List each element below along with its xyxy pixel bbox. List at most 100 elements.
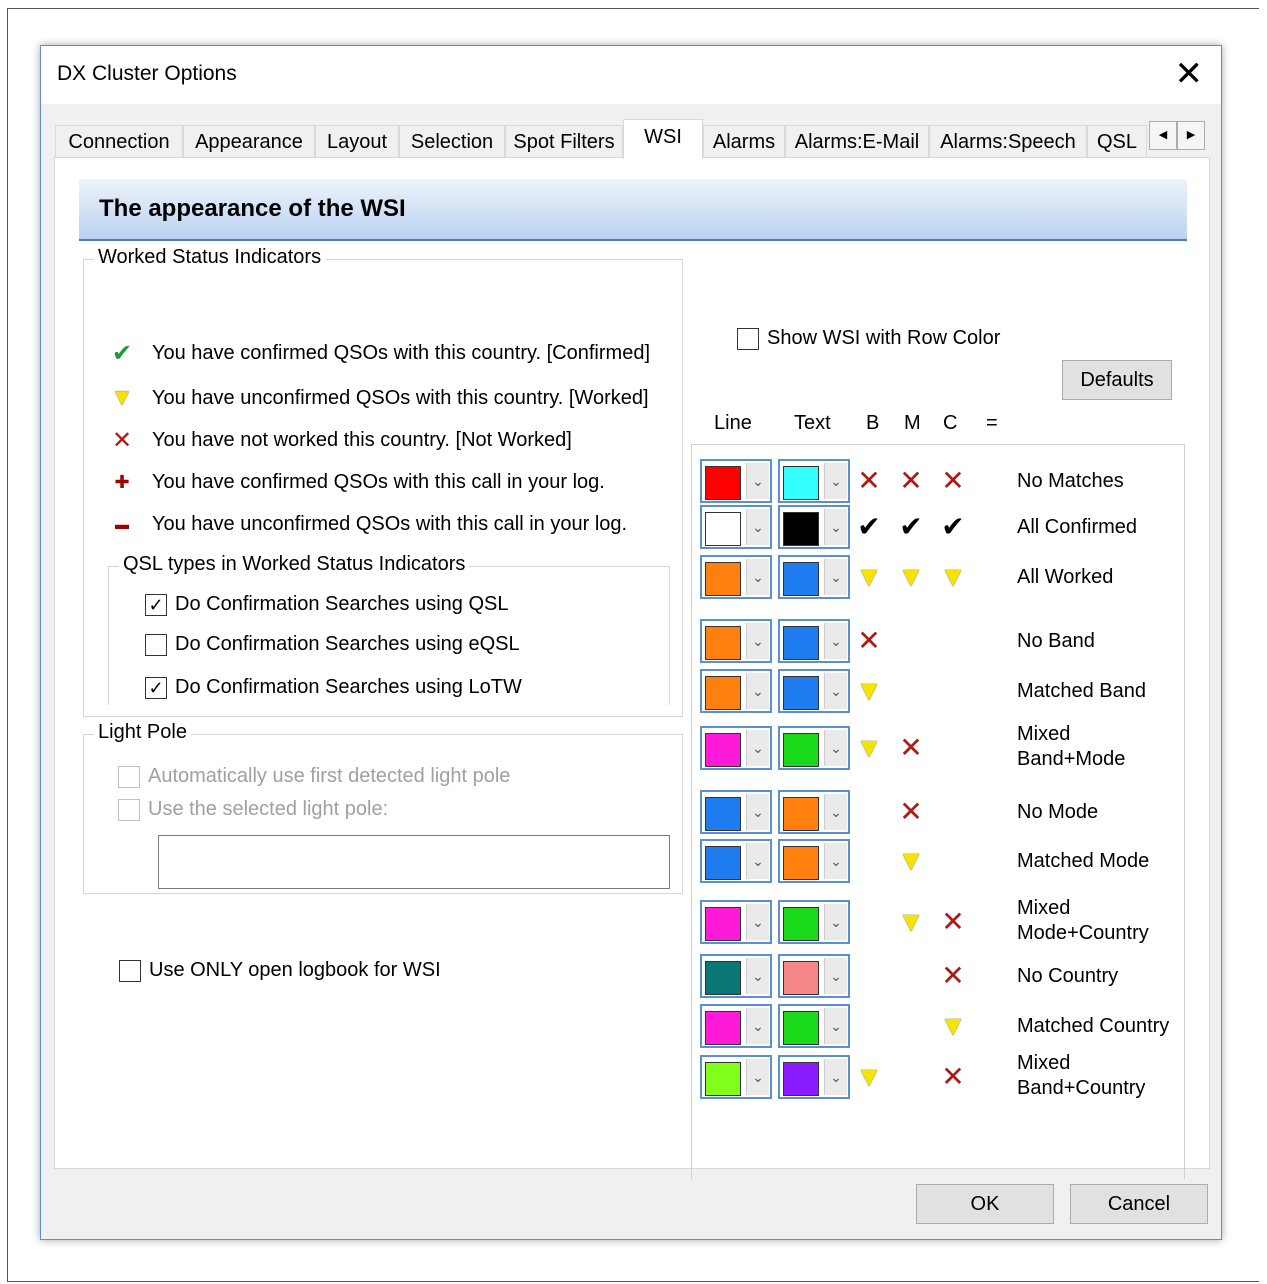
chevron-down-icon[interactable]: ⌄ — [746, 509, 769, 545]
show-row-color-box[interactable] — [737, 327, 759, 350]
close-icon[interactable]: ✕ — [1175, 54, 1204, 94]
chevron-down-icon[interactable]: ⌄ — [746, 1059, 769, 1095]
chevron-down-icon[interactable]: ⌄ — [746, 843, 769, 879]
b-triangle-icon[interactable]: ▼ — [852, 1059, 886, 1095]
chevron-down-icon[interactable]: ⌄ — [746, 463, 769, 499]
b-check-icon[interactable]: ✔ — [852, 509, 886, 545]
light-pole-select[interactable] — [158, 835, 670, 889]
line-color-picker[interactable]: ⌄ — [700, 790, 772, 834]
line-color-picker[interactable]: ⌄ — [700, 669, 772, 713]
chevron-down-icon[interactable]: ⌄ — [746, 958, 769, 994]
tab-qsl[interactable]: QSL — [1087, 125, 1147, 157]
line-color-picker[interactable]: ⌄ — [700, 1004, 772, 1048]
chevron-down-icon[interactable]: ⌄ — [824, 843, 847, 879]
chevron-down-icon[interactable]: ⌄ — [824, 463, 847, 499]
b-triangle-icon[interactable]: ▼ — [852, 559, 886, 595]
unchecked-box-icon[interactable] — [145, 633, 167, 656]
chevron-down-icon[interactable]: ⌄ — [824, 1008, 847, 1044]
line-color-picker[interactable]: ⌄ — [700, 505, 772, 549]
c-x-icon[interactable]: ✕ — [936, 1059, 970, 1095]
b-triangle-icon[interactable]: ▼ — [852, 730, 886, 766]
line-color-picker[interactable]: ⌄ — [700, 954, 772, 998]
text-color-picker[interactable]: ⌄ — [778, 669, 850, 713]
chevron-down-icon[interactable]: ⌄ — [824, 958, 847, 994]
text-color-picker[interactable]: ⌄ — [778, 619, 850, 663]
chevron-down-icon[interactable]: ⌄ — [746, 904, 769, 940]
show-row-color-checkbox[interactable]: Show WSI with Row Color — [737, 327, 1000, 350]
tab-alarms-e-mail[interactable]: Alarms:E-Mail — [785, 125, 929, 157]
col-header-b: B — [866, 412, 880, 434]
tab-layout[interactable]: Layout — [315, 125, 399, 157]
checked-box-icon[interactable]: ✓ — [145, 676, 167, 699]
chevron-down-icon[interactable]: ⌄ — [746, 623, 769, 659]
line-color-picker[interactable]: ⌄ — [700, 459, 772, 503]
chevron-down-icon[interactable]: ⌄ — [746, 1008, 769, 1044]
auto-light-pole-box — [118, 765, 140, 788]
m-check-icon[interactable]: ✔ — [894, 509, 928, 545]
chevron-down-icon[interactable]: ⌄ — [746, 673, 769, 709]
c-x-icon[interactable]: ✕ — [936, 463, 970, 499]
b-x-icon[interactable]: ✕ — [852, 463, 886, 499]
c-x-icon[interactable]: ✕ — [936, 904, 970, 940]
m-triangle-icon[interactable]: ▼ — [894, 843, 928, 879]
tab-wsi[interactable]: WSI — [623, 119, 703, 159]
chevron-down-icon[interactable]: ⌄ — [824, 559, 847, 595]
only-open-logbook-box[interactable] — [119, 959, 141, 982]
defaults-button[interactable]: Defaults — [1062, 360, 1172, 400]
row-label: No Country — [1017, 964, 1118, 989]
text-color-picker[interactable]: ⌄ — [778, 555, 850, 599]
text-color-picker[interactable]: ⌄ — [778, 1055, 850, 1099]
qsl-option-checkbox[interactable]: ✓ Do Confirmation Searches using LoTW — [145, 676, 522, 699]
chevron-down-icon[interactable]: ⌄ — [824, 904, 847, 940]
text-color-picker[interactable]: ⌄ — [778, 790, 850, 834]
text-color-picker[interactable]: ⌄ — [778, 1004, 850, 1048]
chevron-down-icon[interactable]: ⌄ — [746, 794, 769, 830]
b-triangle-icon[interactable]: ▼ — [852, 673, 886, 709]
text-color-picker[interactable]: ⌄ — [778, 954, 850, 998]
m-x-icon[interactable]: ✕ — [894, 794, 928, 830]
chevron-down-icon[interactable]: ⌄ — [824, 509, 847, 545]
chevron-down-icon[interactable]: ⌄ — [824, 794, 847, 830]
chevron-down-icon[interactable]: ⌄ — [824, 673, 847, 709]
text-color-picker[interactable]: ⌄ — [778, 726, 850, 770]
chevron-down-icon[interactable]: ⌄ — [824, 623, 847, 659]
m-triangle-icon[interactable]: ▼ — [894, 904, 928, 940]
b-x-icon[interactable]: ✕ — [852, 623, 886, 659]
line-color-picker[interactable]: ⌄ — [700, 619, 772, 663]
tab-selection[interactable]: Selection — [399, 125, 505, 157]
text-color-picker[interactable]: ⌄ — [778, 505, 850, 549]
tab-scroll-left-icon[interactable]: ◀ — [1149, 121, 1177, 150]
c-x-icon[interactable]: ✕ — [936, 958, 970, 994]
tab-alarms[interactable]: Alarms — [703, 125, 785, 157]
ok-button[interactable]: OK — [916, 1184, 1054, 1224]
chevron-down-icon[interactable]: ⌄ — [824, 1059, 847, 1095]
chevron-down-icon[interactable]: ⌄ — [746, 730, 769, 766]
cancel-button[interactable]: Cancel — [1070, 1184, 1208, 1224]
line-color-picker[interactable]: ⌄ — [700, 1055, 772, 1099]
c-triangle-icon[interactable]: ▼ — [936, 559, 970, 595]
c-check-icon[interactable]: ✔ — [936, 509, 970, 545]
text-color-picker[interactable]: ⌄ — [778, 459, 850, 503]
line-color-picker[interactable]: ⌄ — [700, 900, 772, 944]
chevron-down-icon[interactable]: ⌄ — [746, 559, 769, 595]
tab-appearance[interactable]: Appearance — [183, 125, 315, 157]
tab-alarms-speech[interactable]: Alarms:Speech — [929, 125, 1087, 157]
line-color-picker[interactable]: ⌄ — [700, 555, 772, 599]
chevron-down-icon[interactable]: ⌄ — [824, 730, 847, 766]
qsl-option-checkbox[interactable]: ✓ Do Confirmation Searches using QSL — [145, 593, 509, 616]
line-color-picker[interactable]: ⌄ — [700, 726, 772, 770]
qsl-option-checkbox[interactable]: Do Confirmation Searches using eQSL — [145, 633, 520, 656]
tab-scroll-right-icon[interactable]: ▶ — [1177, 121, 1205, 150]
tab-spot-filters[interactable]: Spot Filters — [505, 125, 623, 157]
m-triangle-icon[interactable]: ▼ — [894, 559, 928, 595]
tab-connection[interactable]: Connection — [55, 125, 183, 157]
checked-box-icon[interactable]: ✓ — [145, 593, 167, 616]
line-color-picker[interactable]: ⌄ — [700, 839, 772, 883]
text-color-picker[interactable]: ⌄ — [778, 839, 850, 883]
m-x-icon[interactable]: ✕ — [894, 463, 928, 499]
m-x-icon[interactable]: ✕ — [894, 730, 928, 766]
text-color-picker[interactable]: ⌄ — [778, 900, 850, 944]
c-triangle-icon[interactable]: ▼ — [936, 1008, 970, 1044]
only-open-logbook-checkbox[interactable]: Use ONLY open logbook for WSI — [119, 959, 441, 982]
light-pole-group-label: Light Pole — [94, 721, 191, 744]
